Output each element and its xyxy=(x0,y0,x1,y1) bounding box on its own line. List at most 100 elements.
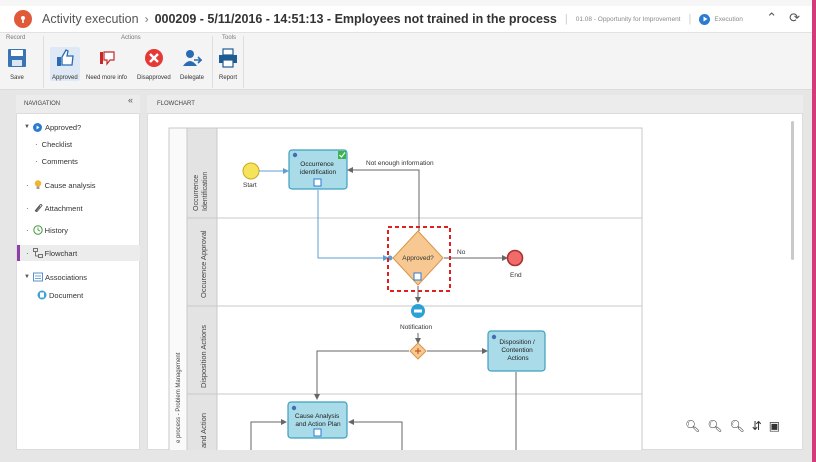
vertical-scrollbar[interactable] xyxy=(791,121,794,260)
lane-label-action: and Action xyxy=(199,413,208,448)
lane-label-disposition: Disposition Actions xyxy=(199,325,208,388)
nav-item-document[interactable]: Document xyxy=(17,287,140,303)
delegate-button[interactable]: Delegate xyxy=(180,47,204,81)
fit-tree-icon[interactable]: ⇵ xyxy=(752,419,762,433)
ribbon-divider xyxy=(243,36,244,88)
nav-item-attachment[interactable]: · Attachment xyxy=(17,200,140,216)
ribbon-divider xyxy=(43,36,44,88)
check-badge-icon xyxy=(338,151,346,159)
app-window: Activity execution › 000209 - 5/11/2016 … xyxy=(0,0,816,462)
collapse-panel-icon[interactable]: « xyxy=(128,95,133,105)
collapse-up-icon[interactable]: ⌃ xyxy=(766,10,777,26)
expand-arrow-icon[interactable]: ▼ xyxy=(24,274,30,280)
ribbon-divider xyxy=(212,36,213,88)
gateway-approved-label: Approved? xyxy=(402,255,434,262)
start-label: Start xyxy=(243,182,257,189)
delegate-user-icon xyxy=(181,47,203,69)
accent-bar xyxy=(812,0,816,462)
save-label: Save xyxy=(10,75,24,81)
nav-item-comments[interactable]: · Comments xyxy=(17,153,140,169)
document-icon xyxy=(37,290,47,300)
refresh-icon[interactable]: ⟳ xyxy=(789,10,800,26)
navigation-header: NAVIGATION xyxy=(16,95,140,113)
start-event[interactable] xyxy=(242,162,260,180)
bullet: · xyxy=(26,248,29,258)
nav-label: Attachment xyxy=(44,203,83,213)
flowchart-icon xyxy=(32,248,43,258)
page-title: 000209 - 5/11/2016 - 14:51:13 - Employee… xyxy=(154,12,557,26)
pool-label: e process - Problem Management xyxy=(176,352,182,443)
nav-item-approved[interactable]: ▼ Approved? xyxy=(17,119,140,135)
floppy-disk-icon xyxy=(6,47,28,69)
associations-icon xyxy=(33,272,43,282)
nav-item-history[interactable]: · History xyxy=(17,222,140,238)
nav-item-flowchart[interactable]: · Flowchart xyxy=(17,245,140,261)
title-divider: | xyxy=(688,13,692,25)
nav-item-checklist[interactable]: · Checklist xyxy=(17,136,140,152)
nav-label: Checklist xyxy=(41,139,73,149)
play-circle-icon xyxy=(33,122,43,132)
task-cause-analysis-label: Cause Analysis and Action Plan xyxy=(295,413,341,428)
checklist-marker-icon xyxy=(313,178,322,187)
user-task-icon xyxy=(292,152,298,158)
cancel-circle-icon xyxy=(143,47,165,69)
breadcrumb-separator: › xyxy=(144,12,149,26)
user-task-icon xyxy=(491,334,497,340)
zoom-reset-icon[interactable]: 🔍︎ xyxy=(729,419,744,433)
end-event[interactable] xyxy=(506,249,524,267)
process-badge-icon xyxy=(14,10,32,28)
report-button[interactable]: Report xyxy=(217,47,239,81)
play-status-icon xyxy=(699,13,711,25)
end-label: End xyxy=(510,272,522,279)
nav-item-cause-analysis[interactable]: · Cause analysis xyxy=(17,177,140,193)
disapproved-button[interactable]: Disapproved xyxy=(137,47,171,81)
lightbulb-icon xyxy=(33,180,43,190)
need-more-info-label: Need more info xyxy=(86,75,128,81)
need-more-info-button[interactable]: Need more info xyxy=(86,47,127,81)
overview-icon[interactable]: ▣ xyxy=(769,419,780,433)
edge-label-not-enough-info: Not enough information xyxy=(366,160,434,167)
nav-label: Comments xyxy=(41,156,78,166)
save-button[interactable]: Save xyxy=(6,47,28,81)
disapproved-label: Disapproved xyxy=(137,75,171,81)
breadcrumb-activity[interactable]: Activity execution xyxy=(42,12,139,26)
zoom-in-icon[interactable]: 🔍︎ xyxy=(707,419,722,433)
bullet: · xyxy=(26,225,29,235)
toolbar-ribbon: Record Actions Tools Save Approved Need … xyxy=(0,32,812,90)
nav-item-associations[interactable]: ▼ Associations xyxy=(17,269,140,285)
flowchart-header: FLOWCHART xyxy=(147,95,803,113)
delegate-label: Delegate xyxy=(180,75,205,81)
user-task-icon xyxy=(291,405,297,411)
nav-label: Cause analysis xyxy=(44,180,96,190)
nav-label: History xyxy=(44,225,69,235)
task-occurrence-label: Occurrence identification xyxy=(300,161,337,176)
occurrence-type: 01.08 - Opportunity for Improvement xyxy=(575,15,681,23)
navigation-panel: ▼ Approved? · Checklist · Comments · Cau… xyxy=(16,113,140,450)
report-label: Report xyxy=(218,75,237,81)
bullet: · xyxy=(35,139,38,149)
title-divider: | xyxy=(564,13,568,25)
flowchart-diagram: e process - Problem Management Occurrenc… xyxy=(168,127,643,450)
flag-icon xyxy=(96,47,118,69)
window-controls: ⌃ ⟳ xyxy=(766,10,800,26)
expand-arrow-icon[interactable]: ▼ xyxy=(24,124,30,130)
title-bar: Activity execution › 000209 - 5/11/2016 … xyxy=(0,6,812,32)
bullet: · xyxy=(26,203,29,213)
group-label-actions: Actions xyxy=(121,35,141,41)
lane-label-approval: Occurence Approval xyxy=(199,230,208,298)
group-label-tools: Tools xyxy=(222,35,237,41)
printer-icon xyxy=(217,47,239,69)
zoom-toolbar: 🔍︎ 🔍︎ 🔍︎ ⇵ ▣ xyxy=(685,419,780,433)
bullet: · xyxy=(26,180,29,190)
nav-label: Flowchart xyxy=(44,248,78,258)
message-icon xyxy=(414,309,422,313)
group-label-record: Record xyxy=(6,35,26,41)
zoom-out-icon[interactable]: 🔍︎ xyxy=(685,419,700,433)
edge-label-no: No xyxy=(457,249,466,256)
notification-label: Notification xyxy=(400,324,433,331)
checklist-marker-icon xyxy=(313,428,322,437)
nav-label: Associations xyxy=(44,272,88,282)
nav-label: Document xyxy=(49,290,84,300)
pool xyxy=(168,127,643,450)
approved-button[interactable]: Approved xyxy=(50,47,80,81)
